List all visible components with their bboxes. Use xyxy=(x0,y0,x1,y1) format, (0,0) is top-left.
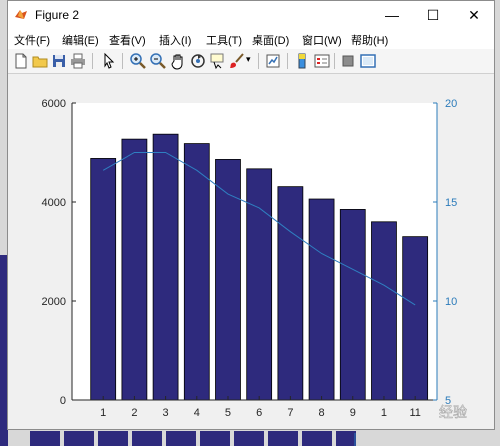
bar xyxy=(402,236,429,401)
x-tick-label: 8 xyxy=(319,407,325,419)
background-bar xyxy=(98,431,128,446)
left-tick-label: 2000 xyxy=(42,296,66,308)
left-tick-label: 6000 xyxy=(42,98,66,110)
bar xyxy=(183,143,210,401)
background-bar xyxy=(234,431,264,446)
chart[interactable]: 020004000600051015201 2 3 4 5 6 7 8 9 1 11 经验 xyxy=(8,74,494,429)
menu-tools[interactable]: 工具(T) xyxy=(206,32,242,48)
zoom-in-icon[interactable] xyxy=(129,52,147,70)
link-plot-icon[interactable] xyxy=(264,52,282,70)
brush-dropdown-arrow[interactable]: ▾ xyxy=(246,54,251,65)
menu-desktop[interactable]: 桌面(D) xyxy=(252,32,289,48)
maximize-button[interactable]: ☐ xyxy=(413,1,453,29)
bar xyxy=(246,168,273,401)
x-tick-label: 1 xyxy=(381,407,387,419)
background-bar xyxy=(166,431,196,446)
background-bar xyxy=(268,431,298,446)
toolbar-separator xyxy=(122,53,123,69)
background-bar xyxy=(132,431,162,446)
menu-edit[interactable]: 编辑(E) xyxy=(62,32,99,48)
menu-view[interactable]: 查看(V) xyxy=(109,32,146,48)
bar xyxy=(215,159,241,401)
x-tick-label: 11 xyxy=(409,407,420,419)
pan-hand-icon[interactable] xyxy=(169,52,187,70)
hide-plot-tools-icon[interactable] xyxy=(339,52,357,70)
data-cursor-icon[interactable] xyxy=(208,52,226,70)
watermark-text: 经验 xyxy=(439,404,467,420)
x-tick-label: 5 xyxy=(225,407,231,419)
left-tick-label: 4000 xyxy=(42,197,66,209)
right-tick-label: 10 xyxy=(445,296,457,308)
bar xyxy=(121,138,148,401)
menu-window[interactable]: 窗口(W) xyxy=(302,32,342,48)
bar xyxy=(90,158,117,401)
rotate-3d-icon[interactable] xyxy=(189,52,207,70)
background-bar xyxy=(336,431,356,446)
menu-insert[interactable]: 插入(I) xyxy=(159,32,191,48)
bar xyxy=(152,133,179,401)
new-figure-icon[interactable] xyxy=(12,52,30,70)
bar xyxy=(339,209,366,401)
legend-icon[interactable] xyxy=(313,52,331,70)
background-bar xyxy=(30,431,60,446)
close-button[interactable]: ✕ xyxy=(454,1,494,29)
right-tick-label: 15 xyxy=(445,197,457,209)
toolbar-separator xyxy=(92,53,93,69)
brush-icon[interactable] xyxy=(228,52,246,70)
minimize-button[interactable]: — xyxy=(372,1,412,29)
toolbar-separator xyxy=(334,53,335,69)
x-tick-label: 6 xyxy=(256,407,262,419)
menu-file[interactable]: 文件(F) xyxy=(14,32,50,48)
x-tick-label: 9 xyxy=(350,407,356,419)
left-tick-label: 0 xyxy=(60,395,66,407)
toolbar-separator xyxy=(258,53,259,69)
background-bar xyxy=(302,431,332,446)
background-bar xyxy=(64,431,94,446)
toolbar-separator xyxy=(287,53,288,69)
x-tick-label: 1 xyxy=(100,407,106,419)
matlab-logo-icon xyxy=(15,10,27,19)
background-bar xyxy=(200,431,230,446)
menu-help[interactable]: 帮助(H) xyxy=(351,32,388,48)
colorbar-icon[interactable] xyxy=(293,52,311,70)
save-icon[interactable] xyxy=(50,52,68,70)
figure-canvas: 0 2000 4000 6000 5 10 15 20 1 2 3 4 5 6 7 8 9 1 11 经验 xyxy=(8,74,494,429)
x-tick-label: 7 xyxy=(287,407,293,419)
show-plot-tools-icon[interactable] xyxy=(359,52,377,70)
open-file-icon[interactable] xyxy=(31,52,49,70)
select-arrow-icon[interactable] xyxy=(100,52,118,70)
toolbar: ▾ xyxy=(8,49,494,74)
print-icon[interactable] xyxy=(69,52,87,70)
bar xyxy=(277,186,304,401)
zoom-out-icon[interactable] xyxy=(149,52,167,70)
bar xyxy=(371,221,397,401)
menu-bar: 文件(F) 编辑(E) 查看(V) 插入(I) 工具(T) 桌面(D) 窗口(W… xyxy=(8,29,494,49)
title-bar[interactable]: Figure 2 — ☐ ✕ xyxy=(8,1,494,29)
figure-window: Figure 2 — ☐ ✕ 文件(F) 编辑(E) 查看(V) 插入(I) 工… xyxy=(7,0,495,430)
bar xyxy=(308,198,335,401)
x-tick-label: 3 xyxy=(163,407,169,419)
x-tick-label: 2 xyxy=(131,407,137,419)
window-title: Figure 2 xyxy=(35,8,80,22)
right-tick-label: 20 xyxy=(445,98,457,110)
x-tick-label: 4 xyxy=(194,407,200,419)
